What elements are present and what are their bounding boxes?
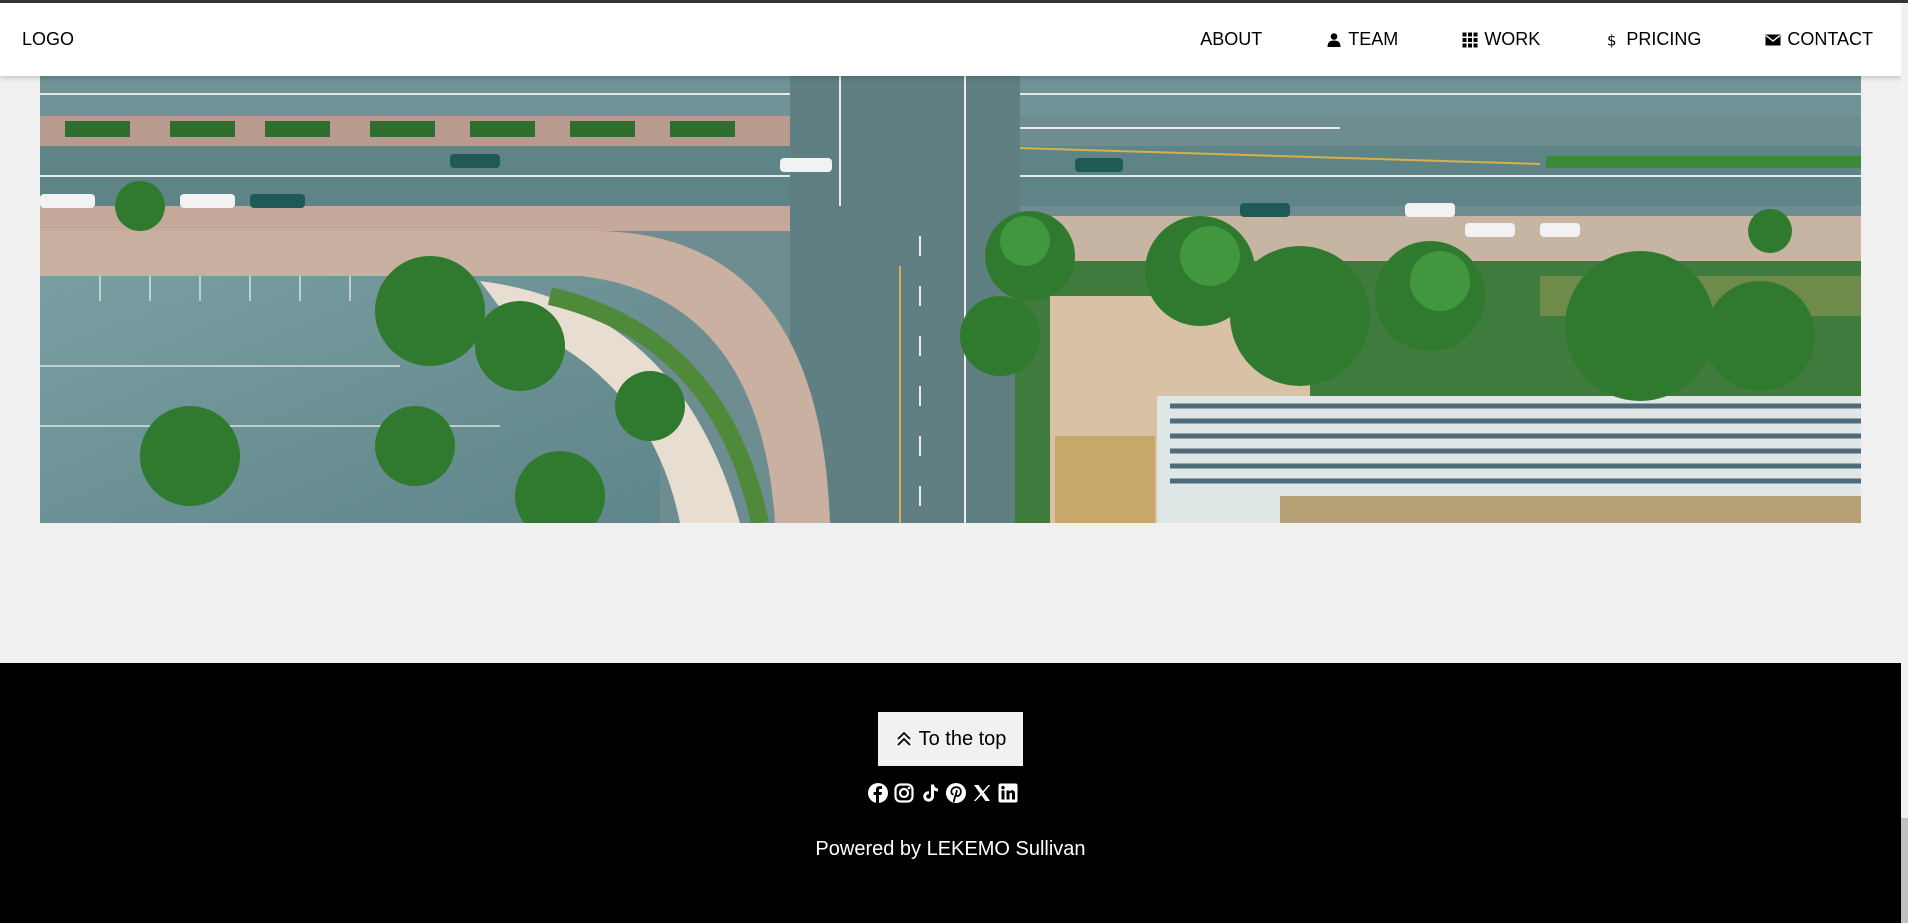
pinterest-icon[interactable] bbox=[946, 783, 966, 803]
logo[interactable]: LOGO bbox=[22, 29, 74, 50]
svg-text:$: $ bbox=[1607, 32, 1617, 48]
footer: To the top Powered by LEKEMO Sullivan bbox=[0, 663, 1901, 923]
instagram-icon[interactable] bbox=[894, 783, 914, 803]
social-links bbox=[868, 783, 1018, 803]
nav-item-team[interactable]: TEAM bbox=[1294, 3, 1430, 76]
nav-item-label: PRICING bbox=[1626, 29, 1702, 49]
dollar-icon: $ bbox=[1607, 32, 1617, 48]
nav-item-label: WORK bbox=[1484, 29, 1541, 49]
navbar: LOGO ABOUT TEAM WORK $ PRICING CONTACT bbox=[0, 3, 1901, 76]
double-chevron-up-icon bbox=[896, 731, 911, 746]
nav-item-pricing[interactable]: $ PRICING bbox=[1572, 3, 1733, 76]
nav-item-label: TEAM bbox=[1348, 29, 1399, 49]
linkedin-icon[interactable] bbox=[998, 783, 1018, 803]
scrollbar-thumb[interactable] bbox=[1901, 818, 1908, 923]
powered-by-text: Powered by LEKEMO Sullivan bbox=[815, 838, 1086, 860]
nav-item-about[interactable]: ABOUT bbox=[1168, 3, 1294, 76]
envelope-icon bbox=[1765, 34, 1781, 45]
user-icon bbox=[1327, 32, 1341, 47]
window-top-border bbox=[0, 0, 1908, 3]
to-the-top-button[interactable]: To the top bbox=[878, 712, 1023, 766]
tiktok-icon[interactable] bbox=[920, 783, 940, 803]
x-icon[interactable] bbox=[972, 783, 992, 803]
nav-item-work[interactable]: WORK bbox=[1430, 3, 1572, 76]
hero-image bbox=[40, 76, 1861, 523]
nav-item-label: ABOUT bbox=[1200, 29, 1263, 49]
page-scrollbar[interactable] bbox=[1901, 3, 1908, 923]
nav-item-contact[interactable]: CONTACT bbox=[1733, 3, 1901, 76]
facebook-icon[interactable] bbox=[868, 783, 888, 803]
to-the-top-label: To the top bbox=[918, 727, 1007, 750]
grid-icon bbox=[1462, 32, 1478, 47]
nav-links: ABOUT TEAM WORK $ PRICING CONTACT bbox=[1168, 3, 1901, 76]
nav-item-label: CONTACT bbox=[1787, 29, 1873, 49]
